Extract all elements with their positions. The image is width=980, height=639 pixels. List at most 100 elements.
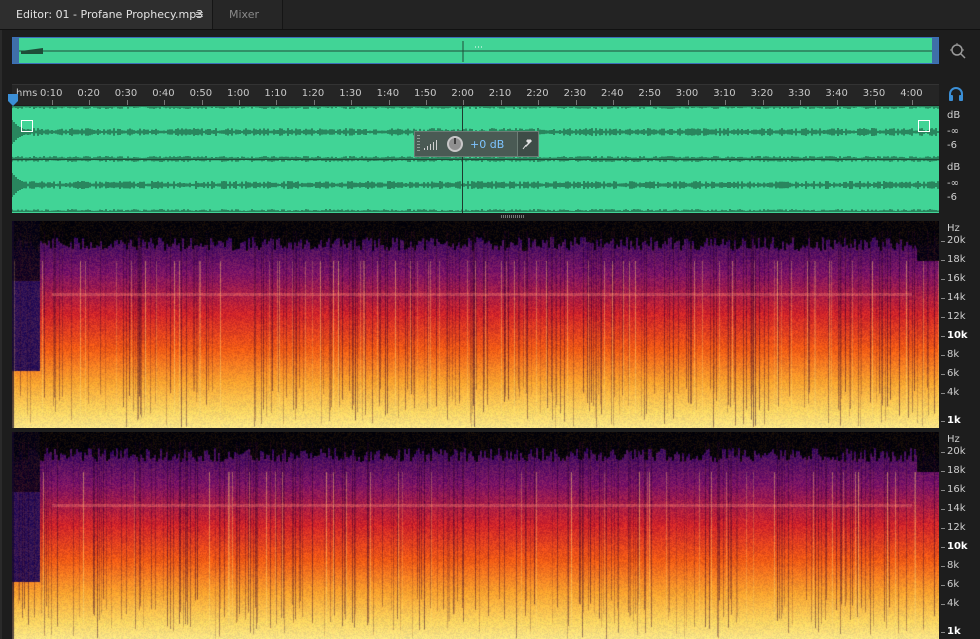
playhead-marker-icon[interactable]	[8, 94, 18, 106]
headphone-icon[interactable]	[948, 86, 964, 102]
ruler-tick	[613, 100, 614, 105]
db-axis-label: -∞	[947, 126, 959, 137]
ruler-tick	[538, 100, 540, 105]
ruler-tick-label: 0:20	[77, 88, 100, 99]
hud-grip[interactable]	[417, 135, 420, 153]
ruler-tick	[725, 100, 727, 105]
waveform-display[interactable]	[12, 106, 939, 213]
time-ruler[interactable]: hms 0:10 0:20 0:30 0:40 0:50 1:00 1:10 1:20 1:30…	[12, 84, 939, 105]
ruler-tick-label: 2:10	[488, 88, 512, 99]
ruler-tick-label: 3:00	[675, 88, 699, 99]
ruler-tick-label: 2:20	[526, 88, 549, 99]
hz-axis-tick	[941, 260, 945, 261]
pin-icon	[522, 139, 532, 150]
hz-axis-tick	[941, 298, 945, 299]
channel-divider	[12, 159, 939, 160]
ruler-tick	[837, 100, 839, 105]
hz-axis-tick	[941, 393, 945, 394]
tab-editor[interactable]: Editor: 01 - Profane Prophecy.mp3 ≡	[0, 0, 213, 29]
ruler-tick-label: 0:40	[152, 88, 175, 99]
hz-axis-tick	[941, 566, 945, 567]
hz-axis-label: 10k	[947, 330, 968, 341]
ruler-tick-label: 2:40	[601, 88, 624, 99]
hz-axis-tick	[941, 604, 945, 605]
ruler-tick	[463, 100, 465, 105]
hz-axis-tick	[941, 509, 945, 510]
overview-waveform	[19, 41, 933, 62]
overview-right-handle[interactable]	[932, 38, 938, 63]
hz-axis-unit: Hz	[947, 223, 960, 234]
playhead-cursor[interactable]	[462, 106, 463, 213]
tab-bar: Editor: 01 - Profane Prophecy.mp3 ≡ Mixe…	[0, 0, 980, 30]
volume-hud[interactable]: +0 dB	[414, 131, 539, 157]
hz-axis-unit: Hz	[947, 434, 960, 445]
spectral-display-channel-1[interactable]	[12, 221, 939, 428]
hz-axis-tick	[941, 241, 945, 242]
volume-value[interactable]: +0 dB	[470, 138, 504, 151]
overview-navigator[interactable]	[12, 37, 939, 64]
ruler-tick-label: 1:20	[301, 88, 325, 99]
spectral-display-channel-2[interactable]	[12, 432, 939, 639]
ruler-tick	[575, 100, 577, 105]
volume-knob-icon[interactable]	[446, 135, 464, 153]
hz-axis-label: 14k	[947, 503, 966, 514]
ruler-tick-label: 3:10	[713, 88, 736, 99]
db-axis-unit: dB	[947, 162, 961, 173]
ruler-tick-label: 2:50	[638, 88, 661, 99]
ruler-tick-label: 2:30	[563, 88, 587, 99]
tab-mixer[interactable]: Mixer	[213, 0, 283, 29]
hz-axis-label: 10k	[947, 541, 968, 552]
hz-axis-channel-2: Hz 20k 18k 16k 14k 12k 10k 8k 6k 4k 1k	[941, 432, 980, 639]
hz-axis-label: 1k	[947, 626, 961, 637]
panel-edge	[0, 29, 2, 639]
spectrogram-canvas	[12, 432, 939, 639]
hz-axis-label: 20k	[947, 235, 966, 246]
ruler-tick	[313, 100, 315, 105]
hz-axis-label: 8k	[947, 560, 960, 571]
hz-axis-label: 12k	[947, 311, 966, 322]
hz-axis-tick	[941, 355, 945, 356]
ruler-tick	[126, 100, 128, 105]
ruler-tick-label: 2:00	[451, 88, 474, 99]
hz-axis-label: 12k	[947, 522, 966, 533]
hz-axis-label: 14k	[947, 292, 966, 303]
ruler-tick	[762, 100, 764, 105]
fade-out-handle[interactable]	[918, 120, 930, 132]
ruler-tick-label: 1:40	[376, 88, 400, 99]
db-axis-label: -6	[947, 140, 957, 151]
ruler-unit-label: hms	[16, 88, 38, 99]
ruler-tick	[52, 100, 53, 105]
splitter-grip[interactable]	[501, 215, 525, 218]
db-axis-channel-2: dB -∞ -6	[941, 160, 980, 210]
hz-axis-tick	[941, 585, 945, 586]
ruler-tick	[276, 100, 278, 105]
ruler-tick-label: 3:30	[788, 88, 811, 99]
ruler-tick-label: 1:10	[264, 88, 287, 99]
ruler-tick-label: 3:40	[825, 88, 848, 99]
db-axis-channel-1: dB -∞ -6	[941, 108, 980, 158]
view-splitter[interactable]	[12, 214, 939, 220]
hz-axis-label: 20k	[947, 446, 966, 457]
ruler-tick-label: 3:50	[862, 88, 886, 99]
hz-axis-label: 18k	[947, 465, 966, 476]
hz-axis-tick	[941, 632, 945, 633]
ruler-tick	[351, 100, 353, 105]
hz-axis-tick	[941, 452, 945, 453]
ruler-tick	[164, 100, 166, 105]
spectrogram-canvas	[12, 221, 939, 428]
ruler-tick-label: 1:30	[339, 88, 362, 99]
hz-axis-tick	[941, 421, 945, 422]
zoom-icon[interactable]	[949, 42, 967, 60]
volume-bars-icon	[424, 140, 437, 150]
ruler-tick-label: 0:10	[40, 88, 63, 99]
ruler-tick	[912, 100, 914, 105]
tab-editor-label: Editor: 01 - Profane Prophecy.mp3	[16, 8, 204, 21]
menu-icon[interactable]: ≡	[195, 0, 204, 29]
ruler-tick	[426, 100, 427, 105]
db-axis-label: -∞	[947, 178, 959, 189]
hz-axis-label: 8k	[947, 349, 960, 360]
pin-button[interactable]	[517, 132, 538, 156]
ruler-tick	[800, 100, 801, 105]
hz-axis-tick	[941, 374, 945, 375]
fade-in-handle[interactable]	[21, 120, 33, 132]
